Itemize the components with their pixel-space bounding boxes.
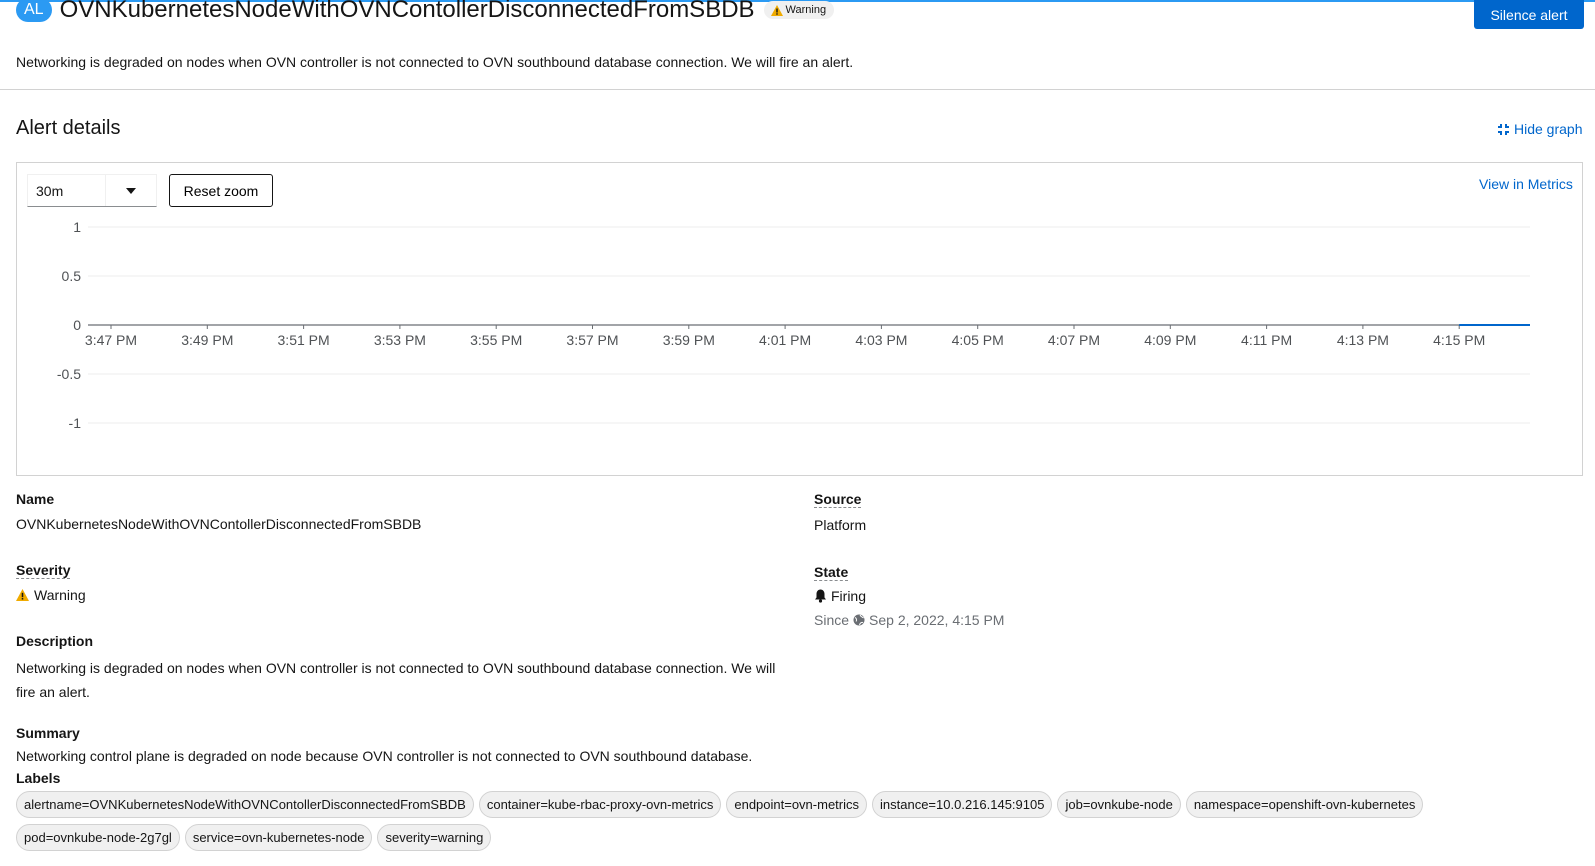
- bell-icon: [815, 589, 826, 603]
- x-tick-label: 3:53 PM: [374, 332, 426, 348]
- label-chip[interactable]: namespace=openshift-ovn-kubernetes: [1185, 791, 1424, 818]
- label-chip[interactable]: job=ovnkube-node: [1057, 791, 1181, 818]
- severity-label[interactable]: Severity: [16, 562, 71, 579]
- since-value: Sep 2, 2022, 4:15 PM: [869, 612, 1005, 628]
- warning-icon: [770, 4, 783, 16]
- timespan-dropdown[interactable]: 30m: [27, 174, 157, 207]
- section-title-alert-details: Alert details: [16, 117, 121, 139]
- labels-field: Labels: [16, 770, 60, 786]
- description-line: fire an alert.: [16, 684, 90, 700]
- severity-tag: Warning: [763, 1, 835, 19]
- labels-row: alertname=OVNKubernetesNodeWithOVNContol…: [16, 791, 1424, 818]
- labels-row: pod=ovnkube-node-2g7gl service=ovn-kuber…: [16, 824, 492, 851]
- label-chip[interactable]: alertname=OVNKubernetesNodeWithOVNContol…: [16, 791, 474, 818]
- summary-field: Summary: [16, 725, 80, 741]
- y-tick-label: -1: [69, 415, 82, 431]
- source-field: Source: [814, 491, 862, 508]
- summary-value: Networking control plane is degraded on …: [16, 748, 753, 764]
- x-tick-label: 4:15 PM: [1433, 332, 1485, 348]
- source-label[interactable]: Source: [814, 491, 862, 508]
- divider: [0, 89, 1595, 90]
- y-tick-label: 1: [73, 219, 81, 235]
- caret-down-icon: [106, 187, 156, 194]
- x-tick-label: 4:11 PM: [1241, 332, 1292, 348]
- y-tick-label: 0: [73, 317, 81, 333]
- description-line: Networking is degraded on nodes when OVN…: [16, 660, 776, 676]
- label-chip[interactable]: container=kube-rbac-proxy-ovn-metrics: [478, 791, 722, 818]
- view-in-metrics-link[interactable]: View in Metrics: [1479, 176, 1573, 192]
- state-label[interactable]: State: [814, 564, 849, 581]
- label-chip[interactable]: severity=warning: [377, 824, 492, 851]
- x-tick-label: 3:49 PM: [181, 332, 233, 348]
- compress-icon: [1498, 123, 1509, 135]
- globe-icon: [853, 614, 865, 626]
- warning-icon: [16, 589, 29, 601]
- description-field: Description: [16, 633, 93, 649]
- severity-value-row: Warning: [16, 587, 86, 603]
- y-tick-label: -0.5: [57, 366, 81, 382]
- x-tick-label: 4:03 PM: [855, 332, 907, 348]
- label-chip[interactable]: pod=ovnkube-node-2g7gl: [16, 824, 180, 851]
- page-title: OVNKubernetesNodeWithOVNContollerDisconn…: [59, 0, 755, 23]
- severity-field: Severity: [16, 562, 71, 579]
- y-tick-label: 0.5: [62, 268, 82, 284]
- x-tick-label: 3:47 PM: [85, 332, 137, 348]
- labels-label: Labels: [16, 770, 61, 786]
- x-tick-label: 4:01 PM: [759, 332, 811, 348]
- x-tick-label: 4:13 PM: [1337, 332, 1389, 348]
- name-field: Name: [16, 491, 54, 507]
- alert-rule-badge: AL: [16, 0, 52, 22]
- summary-label: Summary: [16, 725, 80, 741]
- label-chip[interactable]: instance=10.0.216.145:9105: [872, 791, 1053, 818]
- timespan-value: 30m: [28, 175, 106, 206]
- state-field: State: [814, 564, 849, 581]
- since-row: Since Sep 2, 2022, 4:15 PM: [814, 612, 1004, 628]
- x-tick-label: 3:55 PM: [470, 332, 522, 348]
- description-label: Description: [16, 633, 94, 649]
- severity-tag-label: Warning: [785, 4, 827, 16]
- state-value: Firing: [831, 588, 867, 604]
- x-tick-label: 3:51 PM: [278, 332, 330, 348]
- alert-title-row: AL OVNKubernetesNodeWithOVNContollerDisc…: [16, 0, 835, 26]
- graph-panel: 1 0.5 0 -0.5 -1 3:47 PM 3:49 PM 3:51 PM 3:53 PM 3…: [16, 162, 1583, 476]
- hide-graph-label: Hide graph: [1514, 121, 1583, 137]
- silence-alert-button[interactable]: Silence alert: [1474, 0, 1584, 29]
- hide-graph-button[interactable]: Hide graph: [1497, 121, 1583, 137]
- alert-intro-text: Networking is degraded on nodes when OVN…: [16, 54, 854, 70]
- x-tick-label: 4:05 PM: [952, 332, 1004, 348]
- severity-value: Warning: [34, 587, 86, 603]
- x-tick-label: 4:09 PM: [1144, 332, 1196, 348]
- name-label: Name: [16, 491, 55, 507]
- since-label: Since: [814, 612, 850, 628]
- x-tick-label: 4:07 PM: [1048, 332, 1100, 348]
- x-tick-label: 3:57 PM: [566, 332, 618, 348]
- label-chip[interactable]: endpoint=ovn-metrics: [726, 791, 868, 818]
- label-chip[interactable]: service=ovn-kubernetes-node: [184, 824, 373, 851]
- alert-chart: 1 0.5 0 -0.5 -1 3:47 PM 3:49 PM 3:51 PM 3:53 PM 3…: [57, 219, 1530, 431]
- name-value: OVNKubernetesNodeWithOVNContollerDisconn…: [16, 516, 422, 532]
- description-value: Networking is degraded on nodes when OVN…: [16, 656, 775, 704]
- x-tick-label: 3:59 PM: [663, 332, 715, 348]
- reset-zoom-button[interactable]: Reset zoom: [169, 174, 273, 207]
- source-value: Platform: [814, 517, 867, 533]
- state-value-row: Firing: [814, 588, 866, 604]
